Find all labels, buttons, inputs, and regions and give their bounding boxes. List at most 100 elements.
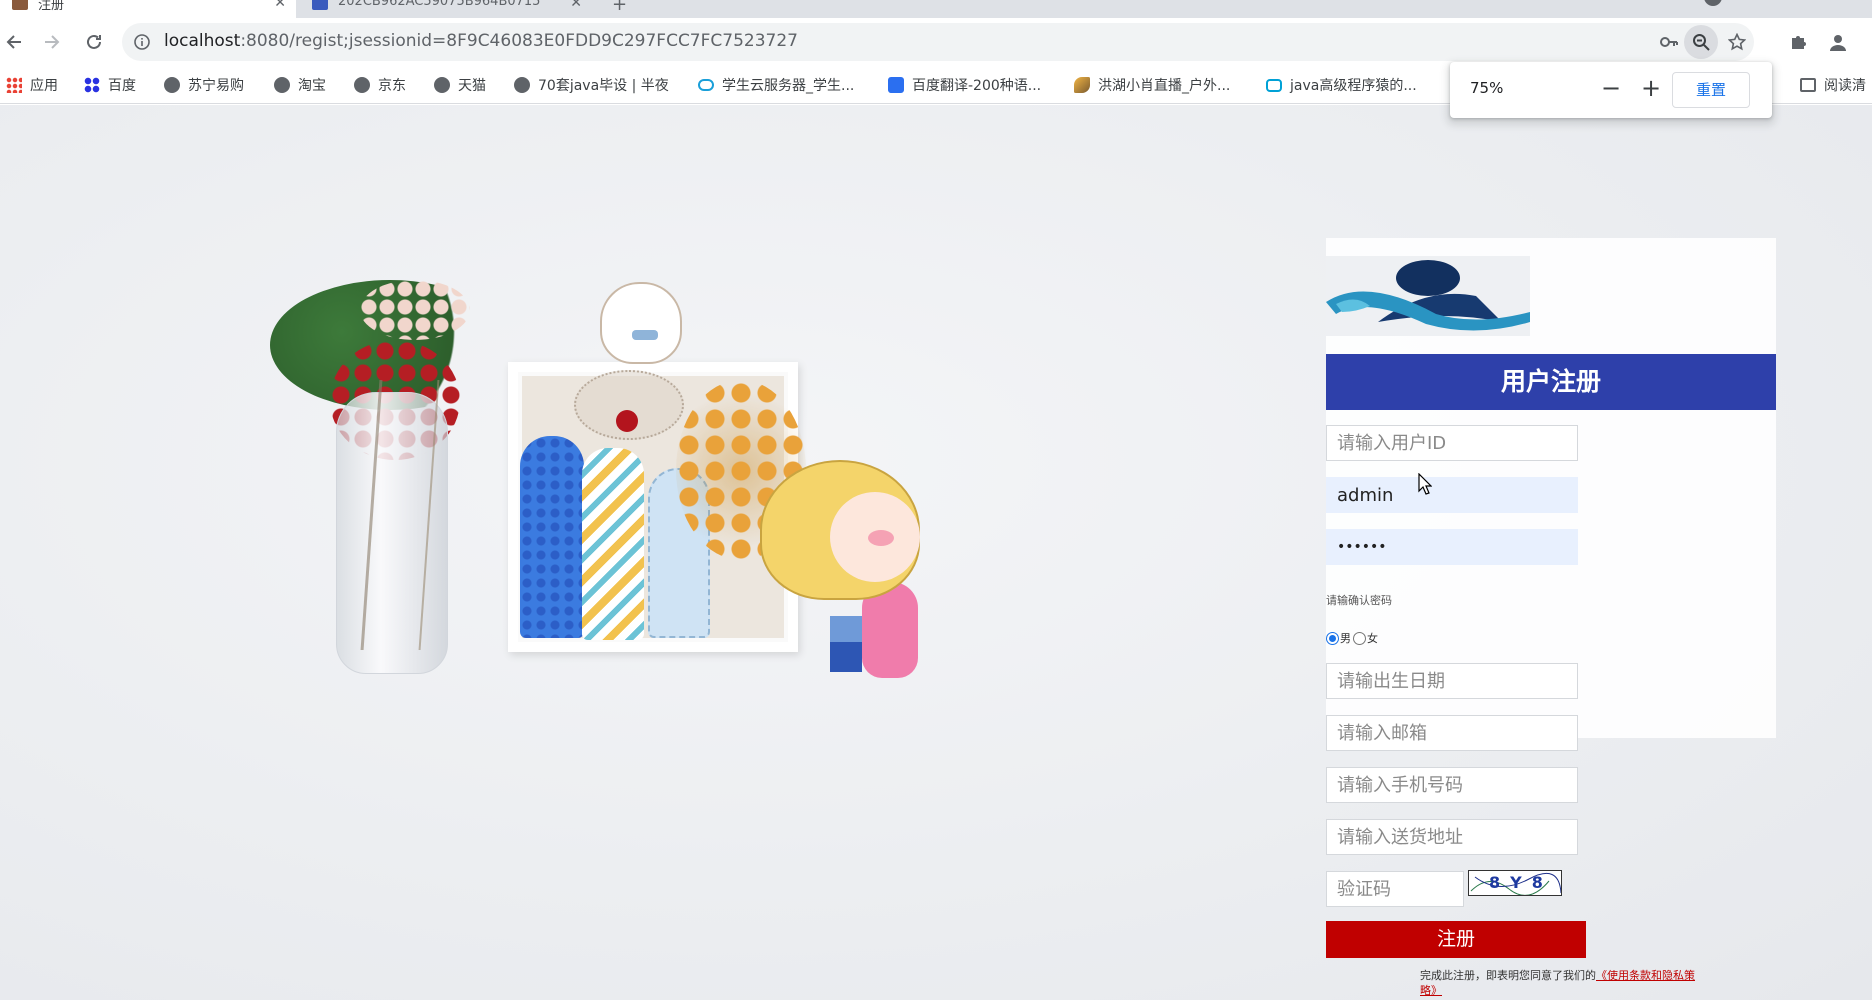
address-bar[interactable]: localhost:8080/regist;jsessionid=8F9C460…: [122, 23, 1754, 61]
bookmark-label: 天猫: [458, 78, 486, 94]
tab-second[interactable]: 202CB962AC59075B964B0715 ✕: [300, 0, 592, 18]
cherry-decoration: [616, 410, 638, 432]
bookmark-label: java高级程序猿的...: [1290, 78, 1417, 94]
close-tab-icon[interactable]: ✕: [274, 0, 286, 11]
gender-male-radio[interactable]: [1326, 631, 1339, 645]
cartoon-cat: [600, 282, 682, 364]
bookmark-label: 洪湖小肖直播_户外...: [1098, 78, 1231, 94]
globe-icon: [434, 77, 450, 93]
zoom-in-button[interactable]: +: [1636, 74, 1666, 104]
browser-toolbar: localhost:8080/regist;jsessionid=8F9C460…: [0, 18, 1872, 66]
bookmark-label: 京东: [378, 78, 406, 94]
toy-block: [830, 616, 862, 644]
tab-favicon: [12, 0, 28, 10]
password-input[interactable]: [1326, 529, 1578, 565]
bird-icon: [1074, 77, 1090, 93]
bookmark-label: 苏宁易购: [188, 78, 244, 94]
bookmark-label: 70套java毕设 | 半夜: [538, 78, 669, 94]
tab-title: 注册: [38, 0, 65, 13]
bookmark-suning[interactable]: 苏宁易购: [164, 74, 244, 96]
confirm-password-label[interactable]: 请输确认密码: [1326, 592, 1392, 608]
bookmark-bilibili[interactable]: java高级程序猿的...: [1266, 74, 1417, 96]
bookmark-baidu-translate[interactable]: 百度翻译-200种语...: [888, 74, 1041, 96]
site-logo: [1326, 256, 1530, 336]
agreement-prefix: 完成此注册，即表明您同意了我们的: [1420, 969, 1596, 982]
blossom-decoration: [360, 280, 470, 340]
reading-list-icon: [1800, 78, 1816, 92]
tab-strip: 注册 ✕ 202CB962AC59075B964B0715 ✕ +: [0, 0, 1872, 18]
cloud-icon: [698, 79, 714, 91]
tab-title: 202CB962AC59075B964B0715: [338, 0, 541, 9]
bilibili-tv-icon: [1266, 78, 1282, 92]
cartoon-girl-cheek: [868, 530, 894, 546]
extensions-button[interactable]: [1784, 28, 1812, 56]
reading-list-button[interactable]: 阅读清: [1800, 74, 1866, 96]
arrow-right-icon: [45, 35, 60, 49]
bookmark-honghu-live[interactable]: 洪湖小肖直播_户外...: [1074, 74, 1230, 96]
back-button[interactable]: [0, 28, 28, 56]
puzzle-icon: [1792, 36, 1806, 49]
bookmark-taobao[interactable]: 淘宝: [274, 74, 326, 96]
mouse-cursor-icon: [1418, 473, 1432, 495]
bookmark-label: 阅读清: [1824, 78, 1866, 94]
folded-cloth-blue: [520, 436, 584, 638]
toy-block: [830, 642, 862, 672]
zoom-popup: 75% − + 重置: [1450, 62, 1772, 118]
avatar-icon: [1830, 35, 1846, 51]
zoom-out-button[interactable]: −: [1596, 74, 1626, 104]
gender-male-label: 男: [1340, 632, 1351, 645]
bookmark-student-cloud[interactable]: 学生云服务器_学生...: [698, 74, 854, 96]
captcha-input[interactable]: [1326, 871, 1464, 907]
bookmark-label: 百度翻译-200种语...: [912, 78, 1042, 94]
globe-icon: [274, 77, 290, 93]
agreement-text: 完成此注册，即表明您同意了我们的《使用条款和隐私策略》: [1420, 968, 1696, 998]
site-info-icon[interactable]: [134, 34, 150, 54]
close-tab-icon[interactable]: ✕: [570, 0, 582, 11]
zoom-level: 75%: [1470, 79, 1504, 97]
register-button[interactable]: 注册: [1326, 921, 1586, 958]
bookmark-label: 学生云服务器_学生...: [722, 78, 855, 94]
forward-button[interactable]: [38, 28, 66, 56]
arrow-left-icon: [6, 35, 21, 49]
logo-icon: [1326, 260, 1530, 331]
new-tab-icon[interactable]: +: [612, 0, 627, 15]
gender-female-radio[interactable]: [1353, 631, 1366, 645]
url-text[interactable]: localhost:8080/regist;jsessionid=8F9C460…: [164, 31, 798, 51]
email-input[interactable]: [1326, 715, 1578, 751]
tab-regist[interactable]: 注册 ✕: [0, 0, 296, 18]
phone-input[interactable]: [1326, 767, 1578, 803]
globe-icon: [354, 77, 370, 93]
bookmark-java-projects[interactable]: 70套java毕设 | 半夜: [514, 74, 669, 96]
translate-icon: [888, 77, 904, 93]
profile-button[interactable]: [1824, 28, 1852, 56]
globe-icon: [164, 77, 180, 93]
bookmark-label: 应用: [30, 78, 58, 94]
url-host: localhost: [164, 31, 241, 51]
profile-indicator-icon: [1704, 0, 1722, 6]
zoom-icon[interactable]: [1684, 25, 1718, 59]
address-input[interactable]: [1326, 819, 1578, 855]
baidu-paw-icon: [84, 77, 100, 93]
bookmark-baidu[interactable]: 百度: [84, 74, 136, 96]
cat-bowtie: [632, 330, 658, 340]
birthday-input[interactable]: [1326, 663, 1578, 699]
bookmark-label: 百度: [108, 78, 136, 94]
bookmark-jd[interactable]: 京东: [354, 74, 406, 96]
gender-radio-group: 男 女: [1326, 630, 1378, 646]
captcha-image[interactable]: 8Y8: [1468, 870, 1562, 896]
form-title: 用户注册: [1326, 354, 1776, 410]
folded-cloth-striped: [582, 448, 644, 640]
tab-favicon: [312, 0, 328, 10]
key-icon[interactable]: [1658, 31, 1680, 53]
zoom-reset-button[interactable]: 重置: [1672, 72, 1750, 108]
bookmark-apps[interactable]: 应用: [6, 74, 58, 96]
url-path: :8080/regist;jsessionid=8F9C46083E0FDD9C…: [240, 31, 798, 51]
bookmark-tmall[interactable]: 天猫: [434, 74, 486, 96]
apps-grid-icon: [6, 77, 22, 93]
userid-input[interactable]: [1326, 425, 1578, 461]
username-input[interactable]: [1326, 477, 1578, 513]
bookmark-star-icon[interactable]: [1726, 31, 1748, 53]
bookmark-label: 淘宝: [298, 78, 326, 94]
reload-button[interactable]: [80, 28, 108, 56]
captcha-text: 8Y8: [1489, 873, 1553, 892]
